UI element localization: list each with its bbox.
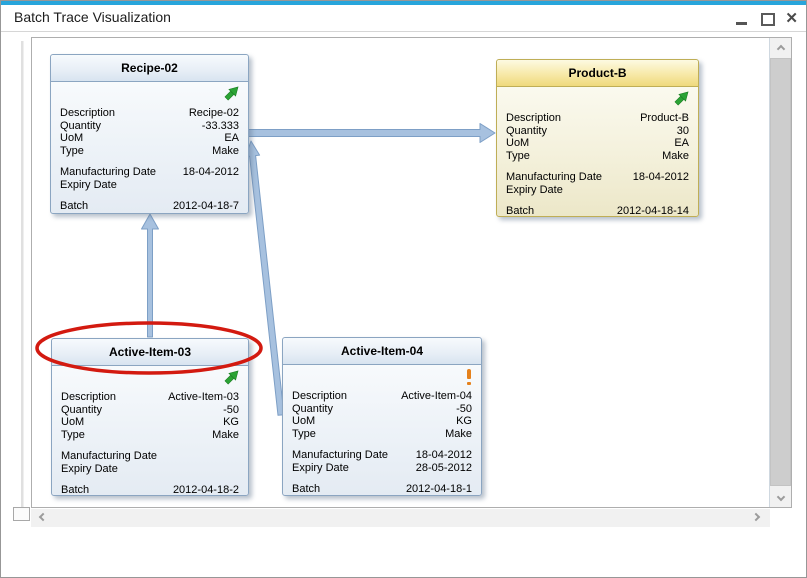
- node-product-b[interactable]: Product-B Description Product-B Quantity 3…: [496, 59, 699, 217]
- node-title[interactable]: Active-Item-03: [52, 339, 248, 366]
- warning-icon: [466, 369, 472, 385]
- field-value: Make: [662, 150, 689, 163]
- field-label: Type: [292, 428, 316, 441]
- node-title[interactable]: Active-Item-04: [283, 338, 481, 365]
- vertical-scrollbar-thumb[interactable]: [770, 58, 791, 486]
- field-value: Active-Item-04: [401, 390, 472, 403]
- field-label: Batch: [506, 205, 534, 218]
- batch-trace-window: Batch Trace Visualization ✕ Recipe-02: [0, 0, 807, 578]
- field-label: Manufacturing Date: [60, 166, 156, 179]
- field-label: Expiry Date: [61, 463, 118, 476]
- field-value: -33.333: [202, 120, 239, 133]
- field-label: Quantity: [60, 120, 101, 133]
- field-label: Description: [292, 390, 347, 403]
- field-label: Expiry Date: [506, 184, 563, 197]
- field-label: Manufacturing Date: [292, 449, 388, 462]
- node-active-item-03[interactable]: Active-Item-03 Description Active-Item-03…: [51, 338, 249, 496]
- field-value: -50: [223, 404, 239, 417]
- node-recipe-02[interactable]: Recipe-02 Description Recipe-02 Quantity -…: [50, 54, 249, 214]
- field-label: Quantity: [292, 403, 333, 416]
- field-value: 2012-04-18-2: [173, 484, 239, 497]
- chevron-down-icon: [776, 493, 784, 501]
- field-value: KG: [223, 416, 239, 429]
- node-title[interactable]: Recipe-02: [51, 55, 248, 82]
- field-value: 2012-04-18-1: [406, 483, 472, 496]
- scroll-up-button[interactable]: [770, 38, 791, 58]
- field-value: 30: [677, 125, 689, 138]
- green-arrow-icon: [224, 88, 239, 105]
- field-label: Description: [60, 107, 115, 120]
- field-label: Batch: [292, 483, 320, 496]
- field-value: EA: [674, 137, 689, 150]
- field-label: Quantity: [61, 404, 102, 417]
- field-value: Make: [212, 145, 239, 158]
- field-value: 2012-04-18-7: [173, 200, 239, 213]
- edge-recipe02-to-productB: [248, 124, 495, 143]
- field-value: -50: [456, 403, 472, 416]
- field-value: 18-04-2012: [633, 171, 689, 184]
- zoom-slider-handle[interactable]: [13, 507, 30, 521]
- field-value: Recipe-02: [189, 107, 239, 120]
- field-value: 2012-04-18-14: [617, 205, 689, 218]
- field-label: UoM: [61, 416, 84, 429]
- field-label: Expiry Date: [292, 462, 349, 475]
- close-icon[interactable]: ✕: [785, 10, 798, 28]
- green-arrow-icon: [674, 93, 689, 110]
- field-label: Manufacturing Date: [506, 171, 602, 184]
- maximize-icon[interactable]: [761, 13, 775, 26]
- field-label: Expiry Date: [60, 179, 117, 192]
- field-value: 18-04-2012: [416, 449, 472, 462]
- edge-item04-to-recipe02: [246, 141, 284, 415]
- field-label: UoM: [292, 415, 315, 428]
- field-value: Make: [445, 428, 472, 441]
- chevron-right-icon: [752, 513, 760, 521]
- field-label: UoM: [506, 137, 529, 150]
- field-label: UoM: [60, 132, 83, 145]
- edge-item03-to-recipe02: [142, 214, 159, 337]
- field-label: Manufacturing Date: [61, 450, 157, 463]
- field-value: Product-B: [640, 112, 689, 125]
- chevron-left-icon: [39, 513, 47, 521]
- green-arrow-icon: [224, 372, 239, 389]
- field-label: Description: [61, 391, 116, 404]
- field-value: Make: [212, 429, 239, 442]
- field-value: 18-04-2012: [183, 166, 239, 179]
- field-value: Active-Item-03: [168, 391, 239, 404]
- field-value: 28-05-2012: [416, 462, 472, 475]
- field-label: Description: [506, 112, 561, 125]
- field-value: KG: [456, 415, 472, 428]
- field-label: Type: [61, 429, 85, 442]
- vertical-scrollbar[interactable]: [769, 38, 791, 507]
- scroll-down-button[interactable]: [770, 487, 791, 507]
- chevron-up-icon: [776, 45, 784, 53]
- node-active-item-04[interactable]: Active-Item-04 Description Active-Item-04…: [282, 337, 482, 496]
- titlebar[interactable]: Batch Trace Visualization ✕: [1, 5, 806, 32]
- node-title[interactable]: Product-B: [497, 60, 698, 87]
- window-title: Batch Trace Visualization: [14, 9, 171, 25]
- trace-diagram-canvas[interactable]: Recipe-02 Description Recipe-02 Quantity -…: [31, 37, 792, 508]
- field-label: Type: [60, 145, 84, 158]
- minimize-icon[interactable]: [733, 10, 751, 28]
- zoom-slider-track[interactable]: [21, 41, 24, 507]
- field-label: Batch: [61, 484, 89, 497]
- field-value: EA: [224, 132, 239, 145]
- horizontal-scrollbar[interactable]: [31, 509, 770, 527]
- field-label: Type: [506, 150, 530, 163]
- field-label: Batch: [60, 200, 88, 213]
- field-label: Quantity: [506, 125, 547, 138]
